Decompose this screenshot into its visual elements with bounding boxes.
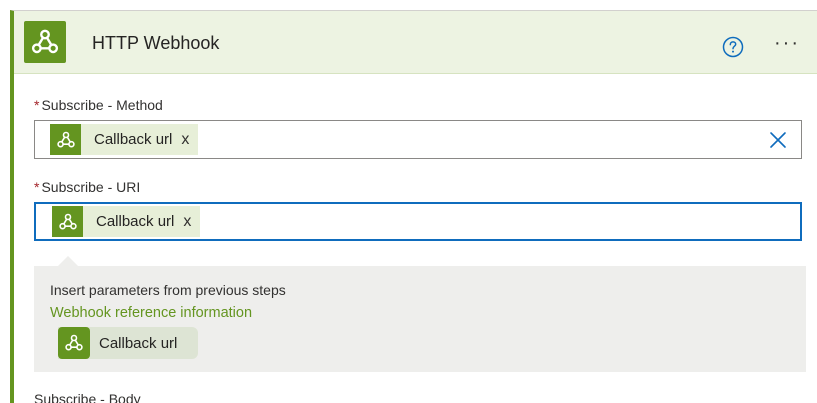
uri-input[interactable]: Callback url x	[34, 202, 802, 241]
webhook-icon	[52, 206, 83, 237]
token-label: Callback url	[94, 131, 173, 148]
required-marker: *	[34, 179, 40, 195]
webhook-icon	[58, 327, 90, 359]
uri-label-text: Subscribe - URI	[41, 179, 141, 195]
uri-label: * Subscribe - URI	[34, 179, 140, 195]
webhook-action-card: HTTP Webhook ··· * Subscribe - Method Cal…	[10, 10, 817, 403]
callback-url-token[interactable]: Callback url x	[52, 206, 201, 237]
webhook-icon	[50, 124, 81, 155]
panel-caret	[58, 256, 78, 266]
token-label: Callback url	[96, 213, 175, 230]
card-title: HTTP Webhook	[92, 33, 220, 53]
token-remove-icon[interactable]: x	[181, 131, 189, 149]
method-input[interactable]: Callback url x	[34, 120, 802, 159]
clear-x-icon[interactable]	[769, 131, 787, 149]
method-label-text: Subscribe - Method	[41, 97, 163, 113]
webhook-icon	[24, 21, 66, 63]
dynamic-content-panel: Insert parameters from previous steps We…	[34, 266, 806, 372]
required-marker: *	[34, 97, 40, 113]
body-label: Subscribe - Body	[34, 391, 141, 403]
method-label: * Subscribe - Method	[34, 97, 163, 113]
callback-url-token[interactable]: Callback url x	[50, 124, 199, 155]
token-remove-icon[interactable]: x	[183, 213, 191, 231]
more-horizontal-icon[interactable]: ···	[774, 33, 800, 53]
help-circle-icon[interactable]	[722, 36, 744, 58]
panel-title: Insert parameters from previous steps	[50, 282, 286, 298]
dynamic-item-callback-url[interactable]: Callback url	[58, 327, 198, 359]
card-header[interactable]: HTTP Webhook ···	[14, 11, 817, 74]
section-link[interactable]: Webhook reference information	[50, 305, 252, 321]
dynamic-item-label: Callback url	[99, 334, 178, 352]
